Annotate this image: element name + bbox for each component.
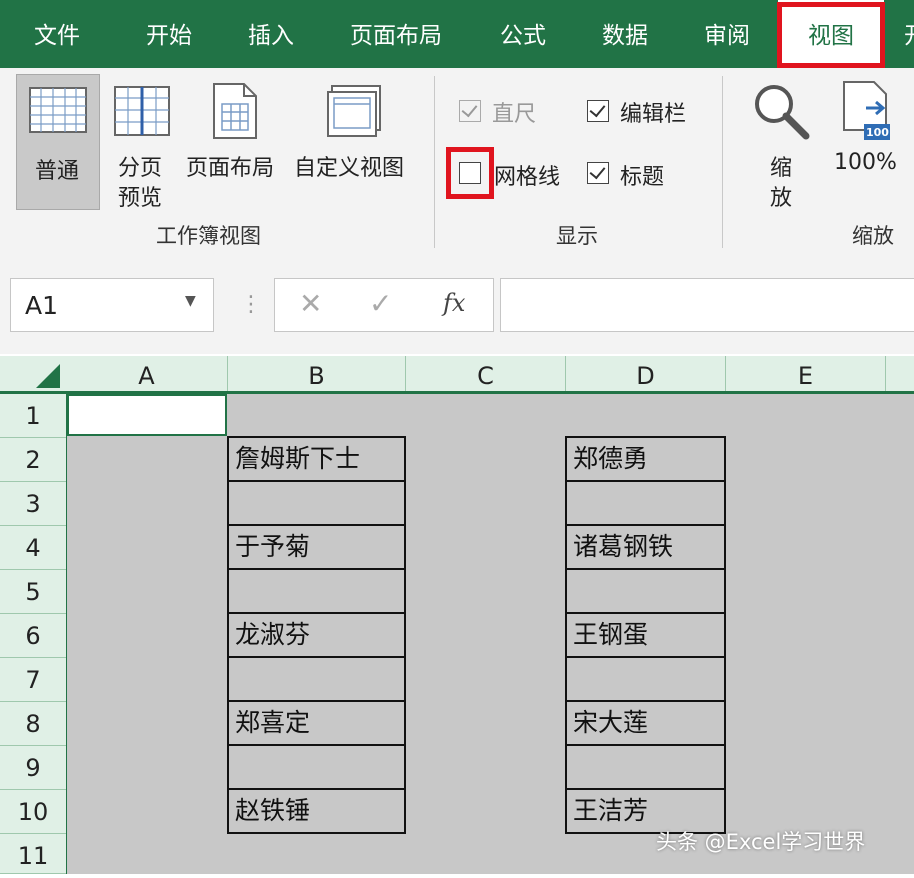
tab-file[interactable]: 文件: [34, 0, 80, 68]
row-header-1[interactable]: 1: [0, 394, 66, 438]
cell-b4[interactable]: 于予菊: [227, 524, 406, 570]
custom-views-label[interactable]: 自定义视图: [294, 150, 404, 182]
chevron-down-icon[interactable]: ▼: [185, 293, 196, 309]
watermark-text: 头条 @Excel学习世界: [656, 830, 866, 854]
sheet-background[interactable]: [67, 394, 914, 874]
active-cell-a1[interactable]: [67, 394, 227, 436]
view-tab-highlight: [777, 2, 885, 68]
formula-bar-checkbox[interactable]: [587, 100, 609, 122]
select-all-icon: [36, 364, 60, 388]
cell-b5[interactable]: [227, 568, 406, 614]
cell-b2[interactable]: 詹姆斯下士: [227, 436, 406, 482]
formula-bar-label: 编辑栏: [620, 102, 687, 127]
cell-d8[interactable]: 宋大莲: [565, 700, 726, 746]
tab-home[interactable]: 开始: [146, 0, 192, 68]
tab-formulas[interactable]: 公式: [500, 0, 546, 68]
page-layout-icon[interactable]: [212, 82, 258, 140]
page-break-preview-icon[interactable]: [114, 86, 170, 136]
column-header-f[interactable]: [886, 356, 914, 392]
tab-page-layout[interactable]: 页面布局: [350, 0, 442, 68]
name-box[interactable]: A1 ▼: [10, 278, 214, 332]
row-header-5[interactable]: 5: [0, 570, 66, 614]
cell-b7[interactable]: [227, 656, 406, 702]
gridlines-label: 网格线: [494, 165, 561, 190]
ruler-label: 直尺: [492, 102, 537, 127]
column-header-a[interactable]: A: [66, 356, 228, 392]
formula-input[interactable]: [500, 278, 914, 332]
cell-d6[interactable]: 王钢蛋: [565, 612, 726, 658]
row-header-11[interactable]: 11: [0, 834, 66, 874]
enter-check-icon[interactable]: ✓: [369, 287, 392, 320]
custom-views-icon[interactable]: [326, 84, 382, 138]
zoom-100-badge: 100: [866, 126, 889, 139]
page-layout-label[interactable]: 页面布局: [186, 150, 274, 182]
column-header-d[interactable]: D: [566, 356, 726, 392]
row-header-9[interactable]: 9: [0, 746, 66, 790]
row-header-10[interactable]: 10: [0, 790, 66, 834]
name-box-value: A1: [25, 291, 59, 320]
group-divider: [722, 76, 723, 248]
cell-d5[interactable]: [565, 568, 726, 614]
column-header-c[interactable]: C: [406, 356, 566, 392]
headings-checkbox[interactable]: [587, 162, 609, 184]
zoom-magnifier-icon[interactable]: [752, 82, 810, 140]
zoom-group-label: 缩放: [852, 224, 894, 248]
formula-buttons: ✕ ✓ fx: [274, 278, 494, 332]
drag-handle-icon[interactable]: ⋮: [240, 292, 262, 317]
workbook-views-group-label: 工作簿视图: [156, 224, 261, 248]
normal-view-icon: [29, 87, 87, 133]
cell-b8[interactable]: 郑喜定: [227, 700, 406, 746]
page-break-preview-label-1: 分页: [118, 156, 163, 181]
show-group-label: 显示: [556, 224, 598, 248]
normal-view-label: 普通: [35, 159, 80, 184]
gridlines-highlight: [446, 147, 494, 199]
column-header-e[interactable]: E: [726, 356, 886, 392]
cell-b3[interactable]: [227, 480, 406, 526]
row-header-3[interactable]: 3: [0, 482, 66, 526]
insert-function-icon[interactable]: fx: [443, 289, 465, 317]
row-header-8[interactable]: 8: [0, 702, 66, 746]
zoom-label-2[interactable]: 放: [770, 180, 792, 212]
formula-bar-area: A1 ▼ ⋮ ✕ ✓ fx: [0, 258, 914, 354]
cell-b6[interactable]: 龙淑芬: [227, 612, 406, 658]
zoom-label-1[interactable]: 缩: [770, 150, 792, 182]
cell-b9[interactable]: [227, 744, 406, 790]
page-break-preview-label-2: 预览: [118, 186, 163, 211]
cell-d2[interactable]: 郑德勇: [565, 436, 726, 482]
tab-review[interactable]: 审阅: [704, 0, 750, 68]
row-header-2[interactable]: 2: [0, 438, 66, 482]
column-header-b[interactable]: B: [228, 356, 406, 392]
normal-view-button[interactable]: 普通: [16, 74, 100, 210]
cell-d9[interactable]: [565, 744, 726, 790]
cell-d7[interactable]: [565, 656, 726, 702]
zoom-100-icon[interactable]: 100: [838, 80, 892, 142]
ruler-checkbox[interactable]: [459, 100, 481, 122]
cell-d3[interactable]: [565, 480, 726, 526]
cell-d4[interactable]: 诸葛钢铁: [565, 524, 726, 570]
cancel-icon[interactable]: ✕: [299, 287, 322, 320]
row-header-6[interactable]: 6: [0, 614, 66, 658]
row-header-4[interactable]: 4: [0, 526, 66, 570]
tab-developer-partial[interactable]: 开: [904, 0, 914, 68]
cell-b10[interactable]: 赵铁锤: [227, 788, 406, 834]
row-header-7[interactable]: 7: [0, 658, 66, 702]
tab-insert[interactable]: 插入: [248, 0, 294, 68]
group-divider: [434, 76, 435, 248]
zoom-100-label[interactable]: 100%: [834, 150, 897, 175]
headings-label: 标题: [620, 165, 665, 190]
select-all-corner[interactable]: [0, 356, 66, 392]
tab-data[interactable]: 数据: [602, 0, 648, 68]
